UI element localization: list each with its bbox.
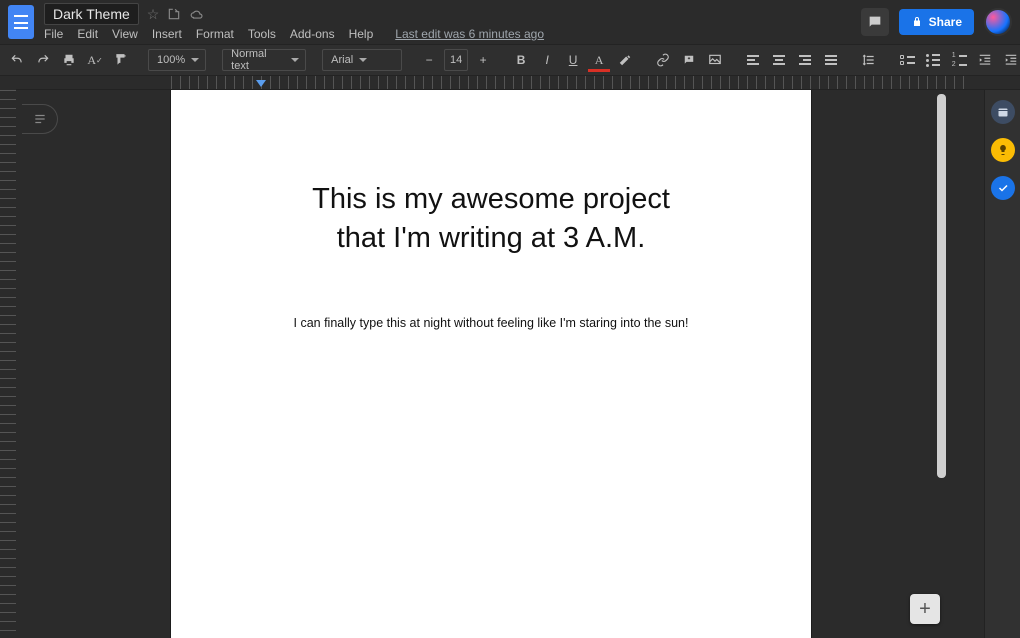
comments-icon[interactable] — [861, 8, 889, 36]
menubar: File Edit View Insert Format Tools Add-o… — [44, 27, 544, 41]
font-size-decrease-icon[interactable]: − — [418, 48, 440, 72]
bulleted-list-icon[interactable] — [922, 48, 944, 72]
menu-insert[interactable]: Insert — [152, 27, 182, 41]
document-heading[interactable]: This is my awesome project that I'm writ… — [243, 180, 739, 258]
align-left-icon[interactable] — [742, 48, 764, 72]
tasks-addon-icon[interactable] — [991, 176, 1015, 200]
align-right-icon[interactable] — [794, 48, 816, 72]
document-page[interactable]: This is my awesome project that I'm writ… — [171, 90, 811, 638]
calendar-addon-icon[interactable] — [991, 100, 1015, 124]
titlebar: Dark Theme ☆ File Edit View Insert Forma… — [0, 0, 1020, 44]
cloud-status-icon[interactable] — [189, 7, 205, 21]
menu-tools[interactable]: Tools — [248, 27, 276, 41]
italic-icon[interactable]: I — [536, 48, 558, 72]
explore-button[interactable]: + — [910, 594, 940, 624]
align-center-icon[interactable] — [768, 48, 790, 72]
highlight-color-icon[interactable] — [614, 48, 636, 72]
zoom-select[interactable]: 100% — [148, 49, 206, 71]
keep-addon-icon[interactable] — [991, 138, 1015, 162]
line-spacing-icon[interactable] — [858, 48, 880, 72]
print-icon[interactable] — [58, 48, 80, 72]
last-edit-link[interactable]: Last edit was 6 minutes ago — [395, 27, 544, 41]
heading-line-1: This is my awesome project — [312, 183, 670, 215]
paragraph-style-select[interactable]: Normal text — [222, 49, 306, 71]
title-group: Dark Theme ☆ File Edit View Insert Forma… — [44, 3, 544, 41]
docs-logo-icon[interactable] — [8, 5, 34, 39]
vertical-ruler[interactable] — [0, 90, 16, 638]
canvas-area: This is my awesome project that I'm writ… — [16, 90, 984, 638]
heading-line-2: that I'm writing at 3 A.M. — [337, 222, 646, 254]
toolbar: A✓ 100% Normal text Arial − 14 + B I U A… — [0, 44, 1020, 76]
add-comment-icon[interactable] — [678, 48, 700, 72]
side-panel — [984, 90, 1020, 638]
paint-format-icon[interactable] — [110, 48, 132, 72]
insert-image-icon[interactable] — [704, 48, 726, 72]
indent-marker-icon[interactable] — [256, 80, 266, 87]
scrollbar-thumb[interactable] — [937, 94, 946, 478]
account-avatar[interactable] — [984, 8, 1012, 36]
insert-link-icon[interactable] — [652, 48, 674, 72]
share-button-label: Share — [929, 15, 962, 29]
star-icon[interactable]: ☆ — [147, 6, 160, 23]
workspace: This is my awesome project that I'm writ… — [0, 90, 1020, 638]
share-button[interactable]: Share — [899, 9, 974, 35]
undo-icon[interactable] — [6, 48, 28, 72]
style-value: Normal text — [231, 48, 285, 72]
font-value: Arial — [331, 54, 353, 66]
font-size-value: 14 — [450, 54, 462, 66]
document-outline-toggle[interactable] — [22, 104, 58, 134]
bold-icon[interactable]: B — [510, 48, 532, 72]
decrease-indent-icon[interactable] — [974, 48, 996, 72]
ruler-ticks — [171, 76, 965, 89]
font-size-increase-icon[interactable]: + — [472, 48, 494, 72]
menu-edit[interactable]: Edit — [77, 27, 98, 41]
horizontal-ruler[interactable] — [16, 76, 1020, 90]
align-justify-icon[interactable] — [820, 48, 842, 72]
spellcheck-icon[interactable]: A✓ — [84, 48, 106, 72]
text-color-icon[interactable]: A — [588, 48, 610, 72]
font-select[interactable]: Arial — [322, 49, 402, 71]
underline-icon[interactable]: U — [562, 48, 584, 72]
menu-addons[interactable]: Add-ons — [290, 27, 335, 41]
menu-help[interactable]: Help — [349, 27, 374, 41]
lock-icon — [911, 16, 923, 28]
document-title-input[interactable]: Dark Theme — [44, 3, 139, 25]
vertical-scrollbar[interactable] — [937, 90, 946, 638]
numbered-list-icon[interactable]: 12 — [948, 48, 970, 72]
font-size-input[interactable]: 14 — [444, 49, 468, 71]
checklist-icon[interactable] — [896, 48, 918, 72]
header-right: Share — [861, 8, 1012, 36]
menu-file[interactable]: File — [44, 27, 63, 41]
move-icon[interactable] — [167, 7, 181, 21]
menu-view[interactable]: View — [112, 27, 138, 41]
document-body-text[interactable]: I can finally type this at night without… — [243, 316, 739, 330]
increase-indent-icon[interactable] — [1000, 48, 1020, 72]
menu-format[interactable]: Format — [196, 27, 234, 41]
redo-icon[interactable] — [32, 48, 54, 72]
zoom-value: 100% — [157, 54, 185, 66]
